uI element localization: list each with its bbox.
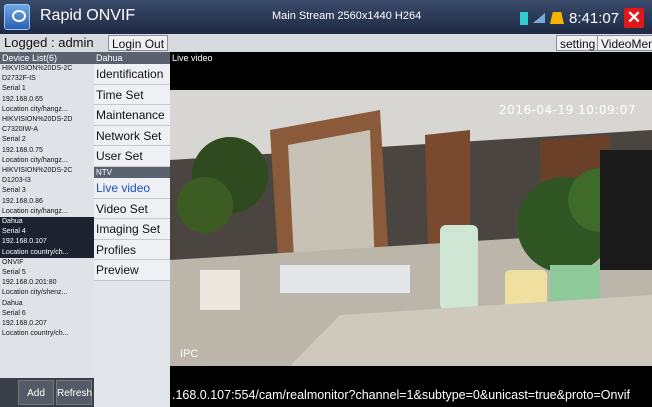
device-location: Location city/hangz... (2, 207, 68, 215)
device-location: Location city/shenz... (2, 289, 68, 297)
device-serial: Serial 6 (2, 309, 26, 317)
menu-item-profiles[interactable]: Profiles (94, 239, 170, 261)
device-serial: Serial 4 (2, 228, 26, 236)
toolbar: Logged : admin Login Out setting VideoMe… (0, 34, 652, 52)
video-menu-button[interactable]: VideoMenu (597, 35, 652, 51)
device-item[interactable]: HIKVISION%20DS-2C D1203-I3 Serial 3 192.… (0, 166, 94, 217)
video-overlay-label: IPC (180, 348, 199, 360)
clock: 8:41:07 (569, 9, 620, 27)
device-item-selected[interactable]: Dahua Serial 4 192.168.0.107 Location co… (0, 217, 94, 258)
device-menu-panel: Dahua Identification Time Set Maintenanc… (94, 52, 170, 407)
menu-subheader: NTV (94, 166, 170, 178)
menu-item-user-set[interactable]: User Set (94, 146, 170, 167)
device-serial: Serial 3 (2, 187, 26, 195)
device-ip: 192.168.0.107 (2, 238, 47, 246)
refresh-button[interactable]: Refresh (56, 380, 92, 405)
stream-info: Main Stream 2560x1440 H264 (272, 10, 422, 22)
device-list-panel: Device List(6) HIKVISION%20DS-2C D2732F-… (0, 52, 94, 407)
menu-item-network-set[interactable]: Network Set (94, 125, 170, 147)
title-bar: Rapid ONVIF Main Stream 2560x1440 H264 8… (0, 0, 652, 34)
menu-item-video-set[interactable]: Video Set (94, 198, 170, 220)
menu-item-preview[interactable]: Preview (94, 260, 170, 281)
app-title: Rapid ONVIF (40, 7, 136, 24)
device-location: Location city/hangz... (2, 156, 68, 164)
menu-item-live-video[interactable]: Live video (94, 177, 170, 199)
login-out-button[interactable]: Login Out (108, 35, 169, 51)
device-model: Dahua (2, 218, 23, 226)
device-item[interactable]: HIKVISION%20DS-2C D2732F-IS Serial 1 192… (0, 64, 94, 115)
device-model: HIKVISION%20DS-2C (2, 65, 73, 72)
wifi-icon (533, 13, 545, 23)
device-ip: 192.168.0.75 (2, 146, 43, 154)
device-model: HIKVISION%20DS-2D (2, 116, 73, 124)
video-frame[interactable]: 2016-04-19 10:09:07 IPC (170, 90, 652, 366)
device-serial: Serial 1 (2, 85, 26, 93)
office-scene-image (170, 90, 652, 366)
device-item[interactable]: ONVIF Serial 5 192.168.0.201:80 Location… (0, 258, 94, 299)
device-model: Dahua (2, 299, 23, 307)
device-ip: 192.168.0.201:80 (2, 279, 57, 287)
device-item[interactable]: Dahua Serial 6 192.168.0.207 Location co… (0, 299, 94, 340)
add-button[interactable]: Add (18, 380, 54, 405)
device-serial: Serial 5 (2, 269, 26, 277)
device-model: HIKVISION%20DS-2C (2, 167, 73, 175)
close-icon[interactable]: ✕ (624, 8, 645, 28)
menu-header: Dahua (94, 52, 170, 64)
live-video-label: Live video (172, 53, 213, 63)
camera-app-icon (4, 4, 30, 30)
device-serial: Serial 2 (2, 136, 26, 144)
video-timestamp: 2016-04-19 10:09:07 (499, 103, 636, 117)
menu-item-imaging-set[interactable]: Imaging Set (94, 219, 170, 240)
signal-icon (520, 11, 528, 25)
menu-item-time-set[interactable]: Time Set (94, 84, 170, 106)
device-item[interactable]: HIKVISION%20DS-2D C7320IW-A Serial 2 192… (0, 115, 94, 166)
menu-item-identification[interactable]: Identification (94, 64, 170, 85)
device-ip: 192.168.0.86 (2, 197, 43, 205)
device-actions: Add Refresh (0, 378, 94, 407)
device-location: Location city/hangz... (2, 105, 68, 113)
device-model: ONVIF (2, 258, 24, 266)
device-model: D2732F-IS (2, 75, 36, 83)
stream-url: .168.0.107:554/cam/realmonitor?channel=1… (170, 384, 652, 407)
live-video-area[interactable]: Live video 2016-04-19 10:09:07 IPC .168.… (170, 52, 652, 407)
battery-icon (550, 12, 564, 24)
setting-button[interactable]: setting (556, 35, 600, 51)
device-ip: 192.168.0.207 (2, 320, 47, 328)
device-list-header: Device List(6) (0, 52, 94, 64)
device-location: Location country/ch... (2, 330, 69, 338)
menu-item-maintenance[interactable]: Maintenance (94, 105, 170, 126)
status-area: 8:41:07 ✕ (520, 8, 645, 28)
logged-in-status: Logged : admin (4, 35, 94, 50)
device-ip: 192.168.0.65 (2, 95, 43, 103)
device-location: Location country/ch... (2, 248, 69, 256)
device-model: D1203-I3 (2, 177, 31, 185)
device-model: C7320IW-A (2, 126, 39, 134)
